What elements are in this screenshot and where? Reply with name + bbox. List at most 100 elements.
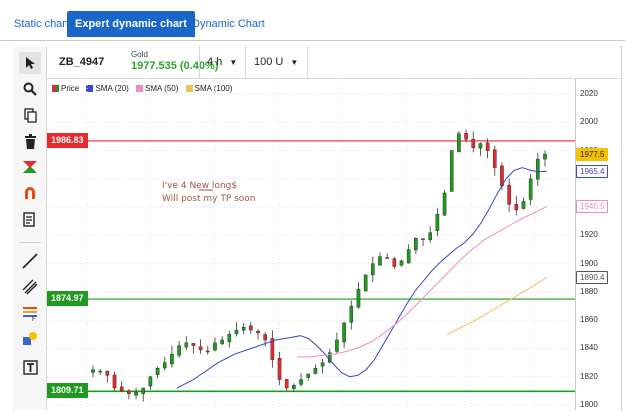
notes-tool-icon[interactable]	[19, 208, 41, 230]
candle-body	[521, 201, 526, 209]
candle-body	[119, 386, 124, 392]
price-axis[interactable]: 2020200019801920190018801860184018201800…	[575, 79, 621, 410]
candle-body	[378, 256, 382, 266]
candle-body	[464, 133, 468, 140]
delete-tool-icon[interactable]	[19, 130, 41, 152]
trendline-tool-icon[interactable]	[19, 250, 41, 272]
candle-body	[277, 358, 282, 380]
copy-tool-icon[interactable]	[19, 104, 41, 126]
candle-body	[514, 203, 519, 211]
y-tick-label: 1920	[580, 230, 598, 240]
y-tick-label: 1840	[580, 343, 598, 353]
parallel-lines-tool-icon[interactable]	[19, 276, 41, 298]
y-tick-label: 1820	[580, 371, 598, 381]
candle-body	[435, 213, 440, 231]
chevron-down-icon: ▼	[290, 58, 299, 67]
sma50-line	[297, 205, 548, 358]
candle-body	[141, 387, 146, 394]
candle-body	[492, 149, 497, 168]
candle-body	[428, 232, 433, 241]
candle-body	[205, 350, 210, 353]
candle-body	[249, 325, 253, 331]
shapes-tool-icon[interactable]	[19, 328, 41, 350]
price-badge: 1977.5	[576, 148, 609, 162]
candle-body	[406, 249, 411, 264]
zoom-tool-icon[interactable]	[19, 78, 41, 100]
units-value: 100 U	[254, 56, 284, 68]
candle-body	[392, 258, 397, 267]
candle-body	[177, 345, 181, 356]
support-level-label[interactable]: 1874.97	[47, 291, 88, 307]
instrument-label: Gold	[131, 50, 148, 59]
annotation-line-1: I've 4 New long$	[162, 181, 238, 191]
candle-body	[320, 362, 325, 367]
tab-dynamic-chart[interactable]: Dynamic Chart	[184, 11, 273, 37]
symbol-label: ZB_4947	[59, 56, 105, 68]
candle-body	[543, 153, 547, 160]
candle-body	[263, 334, 267, 341]
y-tick-label: 1860	[580, 315, 598, 325]
candle-body	[342, 322, 346, 343]
candle-body	[414, 238, 418, 251]
candle-body	[98, 370, 102, 373]
units-dropdown[interactable]: 100 U ▼	[254, 56, 298, 68]
y-tick-label: 2020	[580, 89, 598, 99]
candle-body	[220, 339, 224, 345]
magnet-tool-icon[interactable]	[19, 182, 41, 204]
candle-body	[356, 288, 361, 308]
chart-annotation[interactable]: I've 4 New long$ Will post my TP soon	[162, 180, 256, 206]
candle-body	[335, 339, 339, 352]
candle-body	[127, 390, 131, 394]
candle-body	[457, 133, 461, 153]
candle-body	[399, 260, 404, 266]
y-tick-label: 1800	[580, 400, 598, 409]
candle-body	[91, 369, 95, 373]
annotation-line-2: Will post my TP soon	[162, 194, 256, 204]
buy-sell-tool-icon[interactable]	[19, 156, 41, 178]
price-badge: 1940.5	[576, 200, 609, 214]
candle-body	[184, 342, 189, 348]
tab-expert-dynamic-chart[interactable]: Expert dynamic chart	[67, 11, 195, 37]
candle-body	[170, 353, 174, 365]
candle-body	[363, 274, 368, 292]
candle-body	[478, 143, 483, 149]
text-tool-icon[interactable]	[19, 356, 41, 378]
svg-text:F: F	[32, 317, 36, 321]
price-chart[interactable]	[47, 79, 575, 410]
candle-body	[485, 142, 490, 151]
candle-body	[198, 346, 203, 351]
support-level-label[interactable]: 1809.71	[47, 383, 88, 399]
candle-body	[134, 392, 138, 396]
candle-body	[105, 370, 110, 376]
candle-body	[313, 368, 318, 374]
sma100-line	[446, 276, 548, 335]
candle-body	[349, 305, 354, 323]
current-price: 1977.535 (0.40%)	[131, 60, 219, 72]
timeframe-dropdown[interactable]: 4 h ▼	[207, 56, 237, 68]
candle-body	[256, 330, 260, 334]
y-tick-label: 1900	[580, 258, 598, 268]
chart-tabs: Static chart Expert dynamic chart Dynami…	[0, 0, 625, 41]
fibonacci-tool-icon[interactable]: F	[19, 302, 41, 324]
candle-body	[471, 138, 476, 148]
timeframe-value: 4 h	[207, 56, 223, 68]
instrument-header: ZB_4947 Gold 1977.535 (0.40%) 4 h ▼ 100 …	[47, 46, 620, 79]
candle-body	[442, 192, 447, 216]
candle-body	[421, 238, 425, 240]
candle-body	[112, 374, 117, 389]
cursor-tool-icon[interactable]	[19, 52, 41, 74]
candle-body	[234, 329, 239, 334]
candle-body	[227, 334, 232, 343]
candle-body	[162, 362, 167, 369]
resistance-level-label[interactable]: 1986.83	[47, 132, 88, 148]
y-tick-label: 2000	[580, 117, 598, 127]
candle-body	[241, 327, 246, 331]
price-badge: 1965.4	[576, 165, 609, 179]
candle-body	[284, 379, 289, 389]
candle-body	[191, 343, 196, 346]
candle-body	[528, 178, 533, 200]
drawing-toolbar: F	[13, 46, 47, 410]
candle-body	[306, 373, 311, 378]
candle-body	[292, 385, 296, 389]
candle-body	[148, 376, 153, 387]
